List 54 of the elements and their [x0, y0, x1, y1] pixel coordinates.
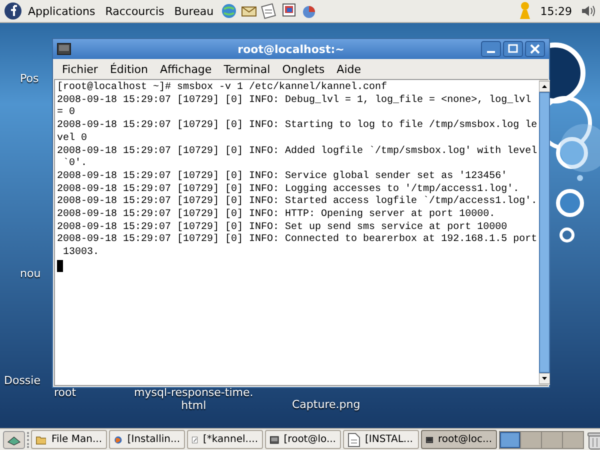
- cursor-block: [57, 260, 63, 272]
- desktop-icon-label[interactable]: html: [181, 399, 206, 412]
- taskbar-button[interactable]: [Installin...: [109, 430, 185, 449]
- panel-menu[interactable]: Bureau: [170, 4, 218, 18]
- workspace[interactable]: [500, 432, 520, 448]
- panel-menu[interactable]: Raccourcis: [101, 4, 168, 18]
- document-icon: [348, 432, 360, 446]
- terminal-line: `0'.: [62, 158, 88, 171]
- desktop-icon-label[interactable]: Dossie: [4, 374, 40, 387]
- taskbar-button[interactable]: [root@lo...: [265, 430, 341, 449]
- panel-menu[interactable]: Applications: [24, 4, 100, 18]
- menu-item[interactable]: Aide: [332, 62, 366, 76]
- taskbar-button[interactable]: [*kannel....: [187, 430, 263, 449]
- menu-item[interactable]: Affichage: [155, 62, 217, 76]
- desktop-icon-label[interactable]: mysql-response-time.: [134, 386, 254, 399]
- terminal-icon: [270, 434, 279, 446]
- terminal-line: [root@localhost ~]# smsbox -v 1 /etc/kannel/kannel.conf: [57, 82, 388, 94]
- terminal-icon[interactable]: [57, 43, 71, 55]
- terminal-line: 2008-09-18 15:29:07 [10729] [0] INFO: Service global sender set as '123456': [57, 170, 508, 184]
- terminal-line: vel 0: [57, 132, 88, 146]
- window-title: root@localhost:~: [236, 42, 346, 56]
- terminal-line: = 0: [57, 107, 76, 120]
- maximize-button[interactable]: [503, 41, 523, 57]
- distro-logo-icon[interactable]: [4, 2, 22, 20]
- desktop-icon-label[interactable]: Capture.png: [292, 398, 360, 411]
- clock[interactable]: 15:29: [534, 4, 578, 18]
- terminal-line: 2008-09-18 15:29:07 [10729] [0] INFO: Debug_lvl = 1, log_file = <none>, log_lvl: [57, 94, 532, 108]
- terminal-line: 2008-09-18 15:29:07 [10729] [0] INFO: Started access logfile `/tmp/access1.log'.: [57, 196, 538, 208]
- taskbar-button[interactable]: File Man...: [31, 430, 107, 449]
- show-desktop-button[interactable]: [3, 430, 25, 448]
- folder-icon: [36, 434, 46, 446]
- globe-icon[interactable]: [220, 2, 238, 20]
- terminal-line: 2008-09-18 15:29:07 [10729] [0] INFO: Connected to bearerbox at 192.168.1.5 port: [57, 234, 538, 247]
- taskbar-button[interactable]: [INSTAL...: [343, 430, 419, 449]
- desktop-icon-label[interactable]: Pos: [20, 72, 39, 85]
- scroll-down-icon[interactable]: [539, 373, 550, 384]
- terminal-line: 2008-09-18 15:29:07 [10729] [0] INFO: Added logfile `/tmp/smsbox.log' with level: [57, 146, 538, 158]
- desktop-icon-label[interactable]: root: [54, 386, 76, 399]
- terminal-line: 2008-09-18 15:29:07 [10729] [0] INFO: HTTP: Opening server at port 10000.: [57, 209, 496, 222]
- desktop-icon-label[interactable]: nou: [20, 267, 41, 280]
- terminal-line: 13003.: [62, 247, 100, 260]
- menu-item[interactable]: Édition: [104, 62, 154, 76]
- trash-icon[interactable]: [586, 430, 600, 450]
- terminal-line: 2008-09-18 15:29:07 [10729] [0] INFO: Set up send sms service at port 10000: [57, 222, 508, 234]
- close-button[interactable]: [525, 41, 545, 57]
- scroll-up-icon[interactable]: [539, 81, 550, 92]
- minimize-button[interactable]: [481, 41, 501, 57]
- taskbar-button[interactable]: root@loc...: [421, 430, 497, 449]
- menu-item[interactable]: Onglets: [277, 62, 330, 76]
- volume-icon[interactable]: [580, 3, 596, 19]
- menu-item[interactable]: Terminal: [218, 62, 276, 76]
- terminal-line: 2008-09-18 15:29:07 [10729] [0] INFO: Starting to log to file /tmp/smsbox.log le: [57, 120, 538, 132]
- terminal-line: 2008-09-18 15:29:07 [10729] [0] INFO: Logging accesses to '/tmp/access1.log'.: [57, 184, 520, 196]
- menu-item[interactable]: Fichier: [57, 62, 103, 76]
